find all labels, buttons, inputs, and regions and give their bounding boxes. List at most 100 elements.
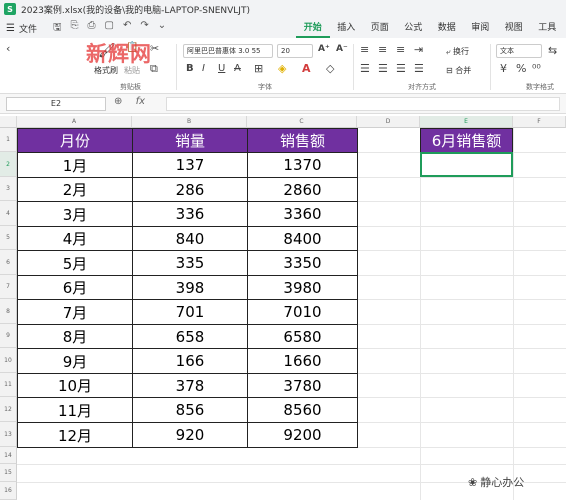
- table-cell[interactable]: 1660: [247, 348, 358, 374]
- table-cell[interactable]: 10月: [17, 373, 133, 398]
- table-cell[interactable]: 378: [132, 373, 248, 398]
- font-name-select[interactable]: 阿里巴巴普惠体 3.0 55: [183, 44, 273, 58]
- chevron-down-icon[interactable]: ⌄: [158, 20, 166, 37]
- table-cell[interactable]: 3350: [247, 250, 358, 276]
- table-cell[interactable]: 335: [132, 250, 248, 276]
- decrease-font-icon[interactable]: A⁻: [336, 44, 348, 54]
- table-cell[interactable]: 7010: [247, 299, 358, 325]
- tab-home[interactable]: 开始: [296, 18, 330, 38]
- export-icon[interactable]: ⎘: [71, 20, 79, 37]
- row-header-6[interactable]: 6: [0, 250, 17, 275]
- font-color-icon[interactable]: A: [302, 62, 311, 75]
- file-menu[interactable]: ☰ 文件: [6, 22, 37, 35]
- percent-icon[interactable]: %: [516, 62, 526, 75]
- table-cell[interactable]: 3360: [247, 201, 358, 227]
- justify-icon[interactable]: ☰: [414, 62, 424, 75]
- row-header-14[interactable]: 14: [0, 447, 17, 464]
- table-cell[interactable]: 840: [132, 226, 248, 251]
- table-cell[interactable]: 11月: [17, 397, 133, 423]
- table-cell[interactable]: 6580: [247, 324, 358, 349]
- zoom-icon[interactable]: ⊕: [114, 96, 122, 107]
- row-header-9[interactable]: 9: [0, 324, 17, 348]
- border-icon[interactable]: ⊞: [254, 62, 263, 75]
- number-format-select[interactable]: 文本: [496, 44, 542, 58]
- tab-page[interactable]: 页面: [363, 18, 397, 38]
- wrap-text-button[interactable]: ⤶ 换行: [446, 46, 469, 57]
- table-cell[interactable]: 6月: [17, 275, 133, 300]
- select-all-corner[interactable]: [0, 116, 17, 128]
- tab-view[interactable]: 视图: [497, 18, 531, 38]
- print-icon[interactable]: ⎙: [88, 20, 96, 37]
- table-cell[interactable]: 920: [132, 422, 248, 448]
- column-header-c[interactable]: C: [247, 116, 357, 128]
- header-cell-month[interactable]: 月份: [17, 128, 133, 153]
- column-header-f[interactable]: F: [513, 116, 566, 128]
- row-header-11[interactable]: 11: [0, 373, 17, 397]
- align-middle-icon[interactable]: ≡: [378, 43, 387, 56]
- row-header-15[interactable]: 15: [0, 464, 17, 482]
- header-cell-revenue[interactable]: 销售额: [247, 128, 358, 153]
- decimal-icon[interactable]: ⁰⁰: [532, 62, 541, 75]
- row-header-5[interactable]: 5: [0, 226, 17, 250]
- table-cell[interactable]: 8月: [17, 324, 133, 349]
- formula-input[interactable]: [166, 97, 560, 111]
- selected-cell-e2[interactable]: [420, 152, 513, 177]
- column-header-b[interactable]: B: [132, 116, 247, 128]
- table-cell[interactable]: 8560: [247, 397, 358, 423]
- row-header-10[interactable]: 10: [0, 348, 17, 373]
- tab-insert[interactable]: 插入: [330, 18, 364, 38]
- table-cell[interactable]: 286: [132, 177, 248, 202]
- table-cell[interactable]: 5月: [17, 250, 133, 276]
- table-cell[interactable]: 3月: [17, 201, 133, 227]
- bold-icon[interactable]: B: [186, 63, 194, 74]
- convert-icon[interactable]: ⇆: [548, 44, 557, 57]
- table-cell[interactable]: 4月: [17, 226, 133, 251]
- indent-icon[interactable]: ⇥: [414, 43, 423, 56]
- header-cell-sales[interactable]: 销量: [132, 128, 248, 153]
- align-top-icon[interactable]: ≡: [360, 43, 369, 56]
- align-bottom-icon[interactable]: ≡: [396, 43, 405, 56]
- table-cell[interactable]: 1月: [17, 152, 133, 178]
- table-cell[interactable]: 658: [132, 324, 248, 349]
- table-cell[interactable]: 2860: [247, 177, 358, 202]
- row-header-13[interactable]: 13: [0, 422, 17, 447]
- tab-tools[interactable]: 工具: [531, 18, 565, 38]
- column-header-d[interactable]: D: [357, 116, 420, 128]
- table-cell[interactable]: 166: [132, 348, 248, 374]
- currency-icon[interactable]: ¥: [500, 62, 507, 75]
- table-cell[interactable]: 2月: [17, 177, 133, 202]
- align-right-icon[interactable]: ☰: [396, 62, 406, 75]
- table-cell[interactable]: 8400: [247, 226, 358, 251]
- tab-data[interactable]: 数据: [430, 18, 464, 38]
- name-box[interactable]: E2: [6, 97, 106, 111]
- save-icon[interactable]: 🖫: [53, 20, 62, 37]
- row-header-16[interactable]: 16: [0, 482, 17, 500]
- row-header-4[interactable]: 4: [0, 201, 17, 226]
- increase-font-icon[interactable]: A⁺: [318, 44, 330, 54]
- preview-icon[interactable]: ▢: [105, 20, 114, 37]
- row-header-7[interactable]: 7: [0, 275, 17, 299]
- row-header-12[interactable]: 12: [0, 397, 17, 422]
- table-cell[interactable]: 701: [132, 299, 248, 325]
- table-cell[interactable]: 7月: [17, 299, 133, 325]
- redo-icon[interactable]: ↷: [140, 20, 148, 37]
- table-cell[interactable]: 12月: [17, 422, 133, 448]
- clear-format-icon[interactable]: ◇: [326, 62, 334, 75]
- table-cell[interactable]: 1370: [247, 152, 358, 178]
- undo-icon[interactable]: ↶: [123, 20, 131, 37]
- row-header-8[interactable]: 8: [0, 299, 17, 324]
- table-cell[interactable]: 336: [132, 201, 248, 227]
- fill-color-icon[interactable]: ◈: [278, 62, 286, 75]
- table-cell[interactable]: 9200: [247, 422, 358, 448]
- align-center-icon[interactable]: ☰: [378, 62, 388, 75]
- table-cell[interactable]: 9月: [17, 348, 133, 374]
- tab-formula[interactable]: 公式: [397, 18, 431, 38]
- collapse-icon[interactable]: ‹: [6, 42, 10, 55]
- table-cell[interactable]: 398: [132, 275, 248, 300]
- italic-icon[interactable]: I: [202, 63, 205, 74]
- row-header-1[interactable]: 1: [0, 128, 17, 152]
- align-left-icon[interactable]: ☰: [360, 62, 370, 75]
- table-cell[interactable]: 856: [132, 397, 248, 423]
- tab-review[interactable]: 审阅: [464, 18, 498, 38]
- row-header-2[interactable]: 2: [0, 152, 17, 177]
